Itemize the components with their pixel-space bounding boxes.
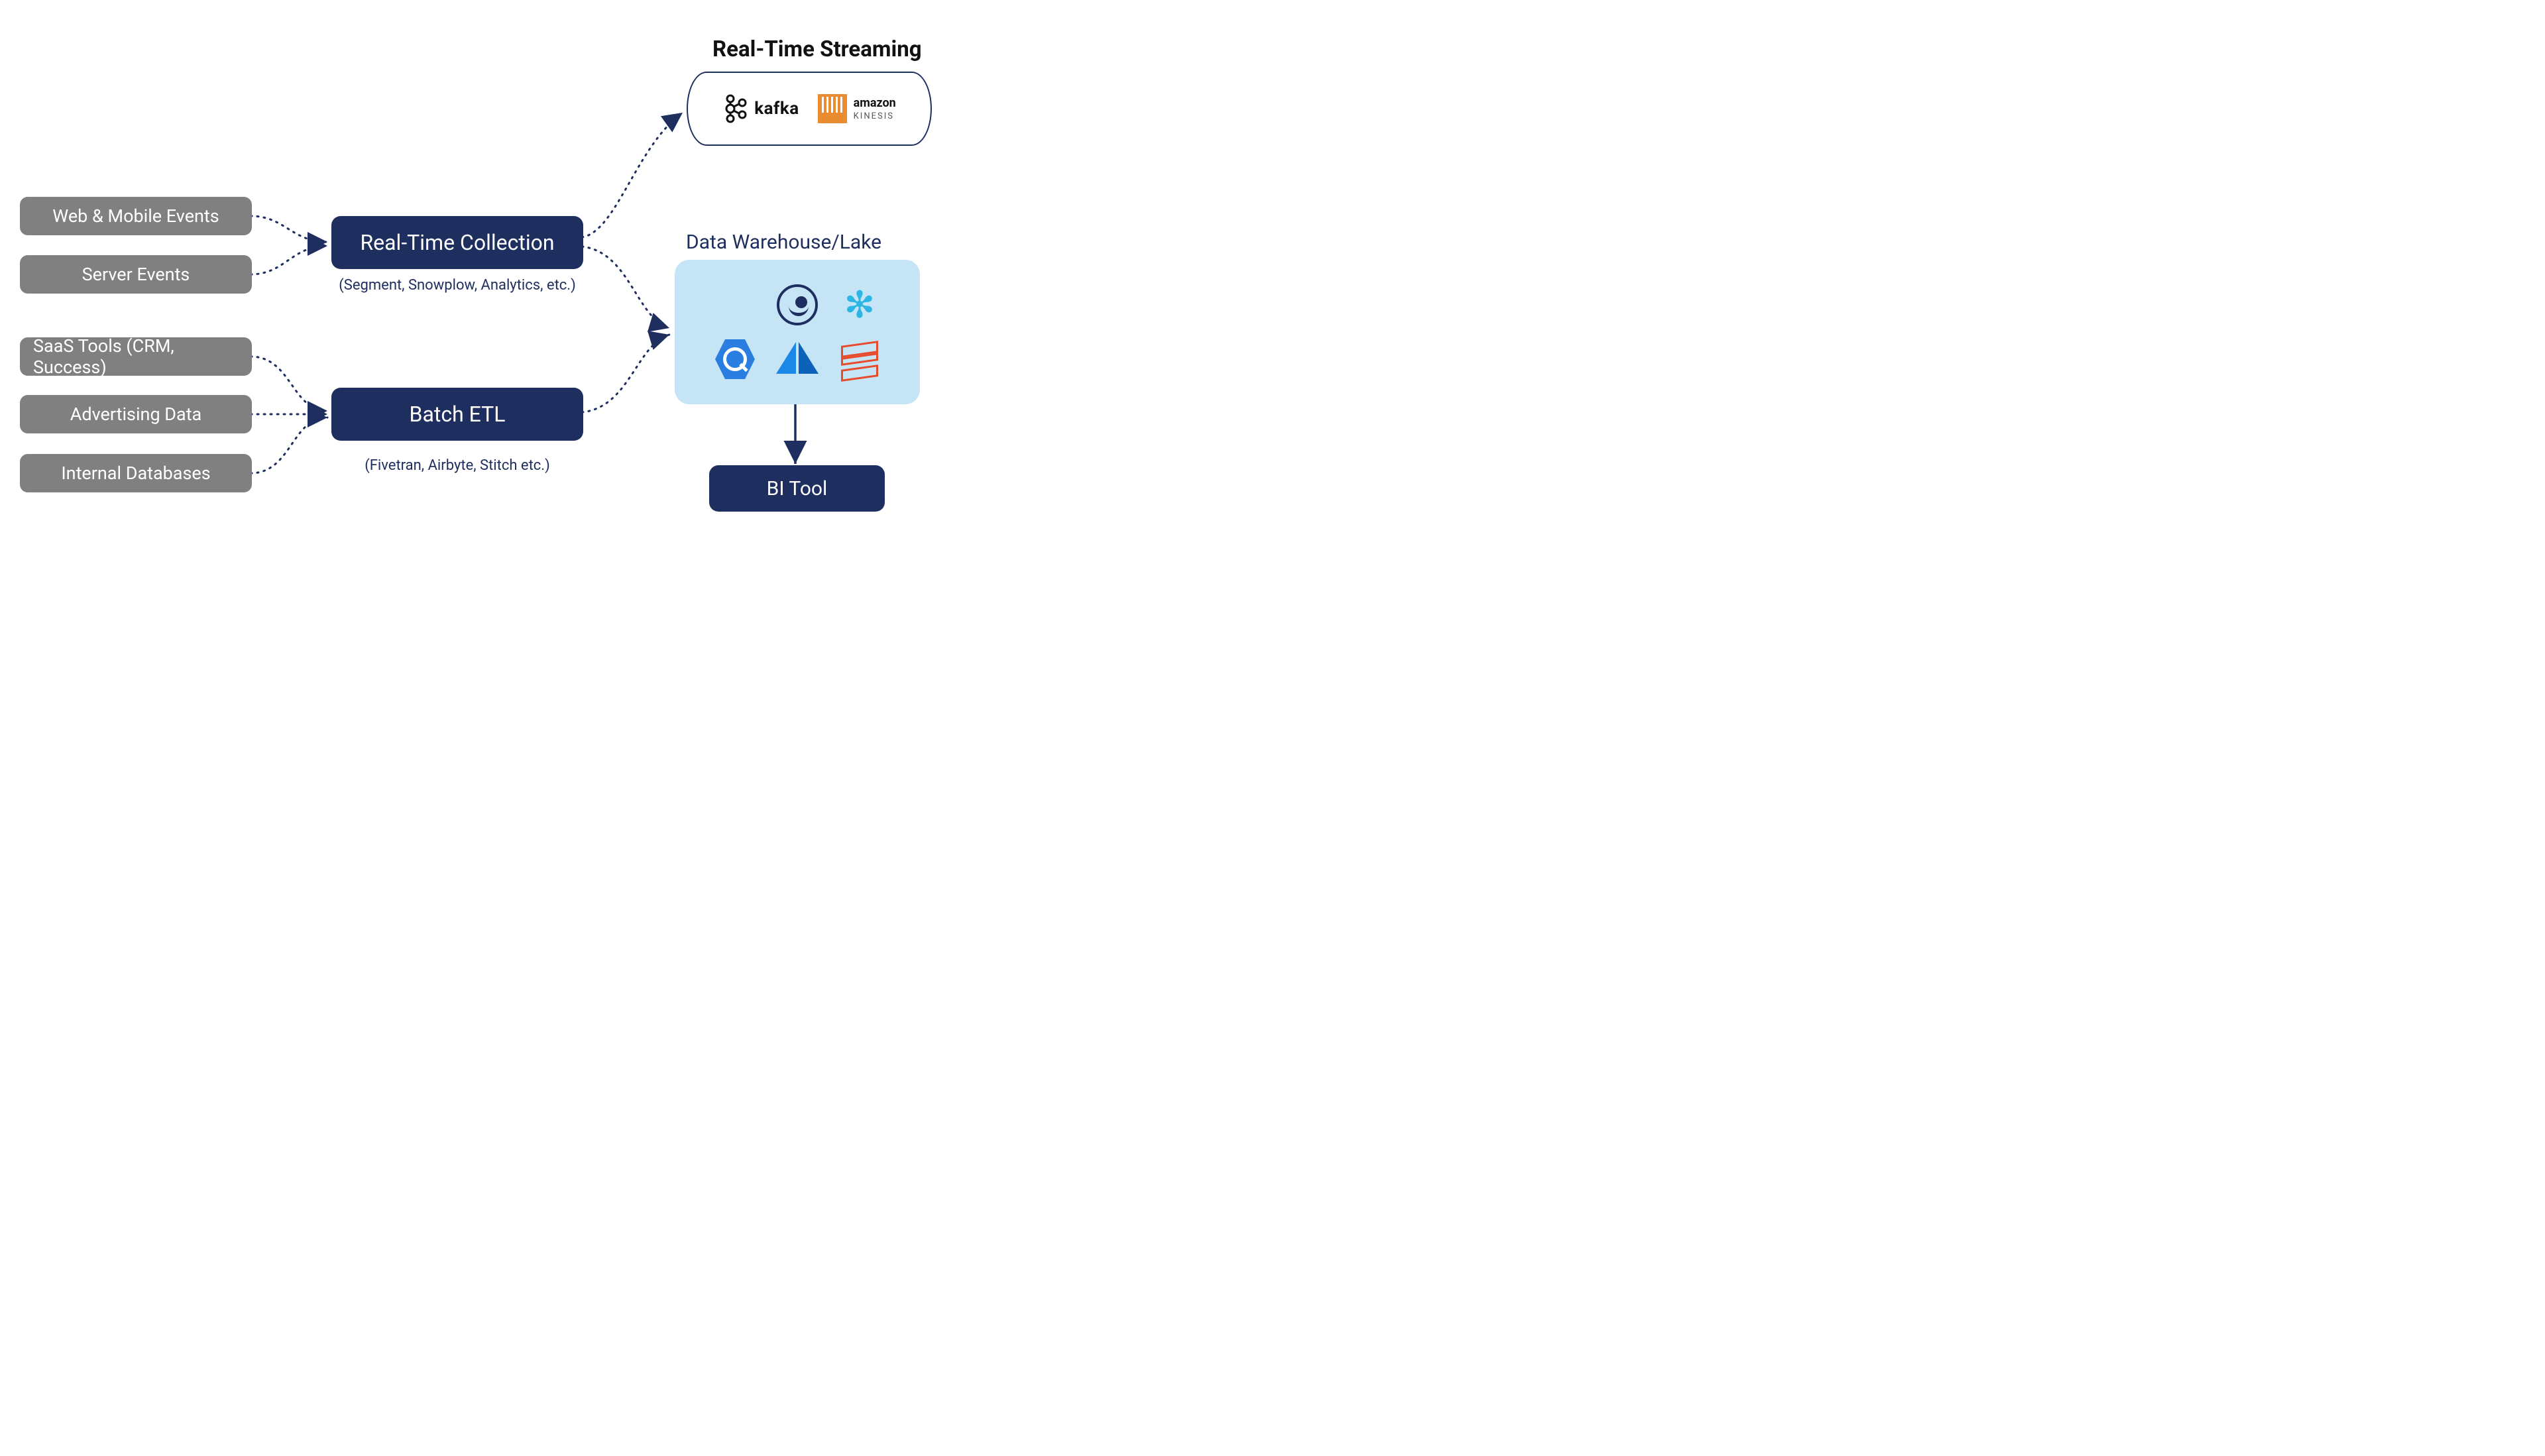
- node-title: BI Tool: [767, 477, 828, 500]
- source-web-mobile-events: Web & Mobile Events: [20, 197, 252, 235]
- node-title: Real-Time Collection: [360, 230, 554, 255]
- batch-etl-node: Batch ETL: [331, 388, 583, 441]
- postgres-icon: [776, 284, 819, 326]
- redshift-icon: [714, 284, 756, 326]
- kinesis-logo: amazon KINESIS: [818, 94, 896, 123]
- kinesis-label: amazon KINESIS: [854, 97, 896, 121]
- kafka-logo: kafka: [722, 93, 799, 124]
- bi-tool-node: BI Tool: [709, 465, 885, 512]
- source-label: Advertising Data: [70, 404, 201, 425]
- realtime-collection-node: Real-Time Collection: [331, 216, 583, 269]
- kinesis-icon: [818, 94, 847, 123]
- warehouse-panel: ✻: [675, 260, 920, 404]
- batch-etl-subtitle: (Fivetran, Airbyte, Stitch etc.): [331, 457, 583, 474]
- azure-icon: [776, 338, 819, 380]
- streaming-cylinder: kafka amazon KINESIS: [687, 72, 932, 146]
- node-title: Batch ETL: [410, 402, 506, 427]
- kafka-icon: [722, 93, 749, 124]
- databricks-icon: [838, 338, 881, 380]
- warehouse-heading: Data Warehouse/Lake: [686, 231, 881, 254]
- realtime-collection-subtitle: (Segment, Snowplow, Analytics, etc.): [331, 277, 583, 294]
- bigquery-icon: [714, 338, 756, 380]
- source-internal-databases: Internal Databases: [20, 454, 252, 492]
- source-label: Server Events: [82, 264, 190, 285]
- source-advertising-data: Advertising Data: [20, 395, 252, 433]
- kafka-label: kafka: [754, 99, 799, 119]
- streaming-heading: Real-Time Streaming: [712, 36, 922, 62]
- source-label: Internal Databases: [61, 463, 210, 484]
- source-saas-tools: SaaS Tools (CRM, Success): [20, 337, 252, 376]
- source-server-events: Server Events: [20, 255, 252, 294]
- source-label: SaaS Tools (CRM, Success): [33, 335, 239, 378]
- snowflake-icon: ✻: [838, 284, 881, 326]
- source-label: Web & Mobile Events: [52, 205, 219, 227]
